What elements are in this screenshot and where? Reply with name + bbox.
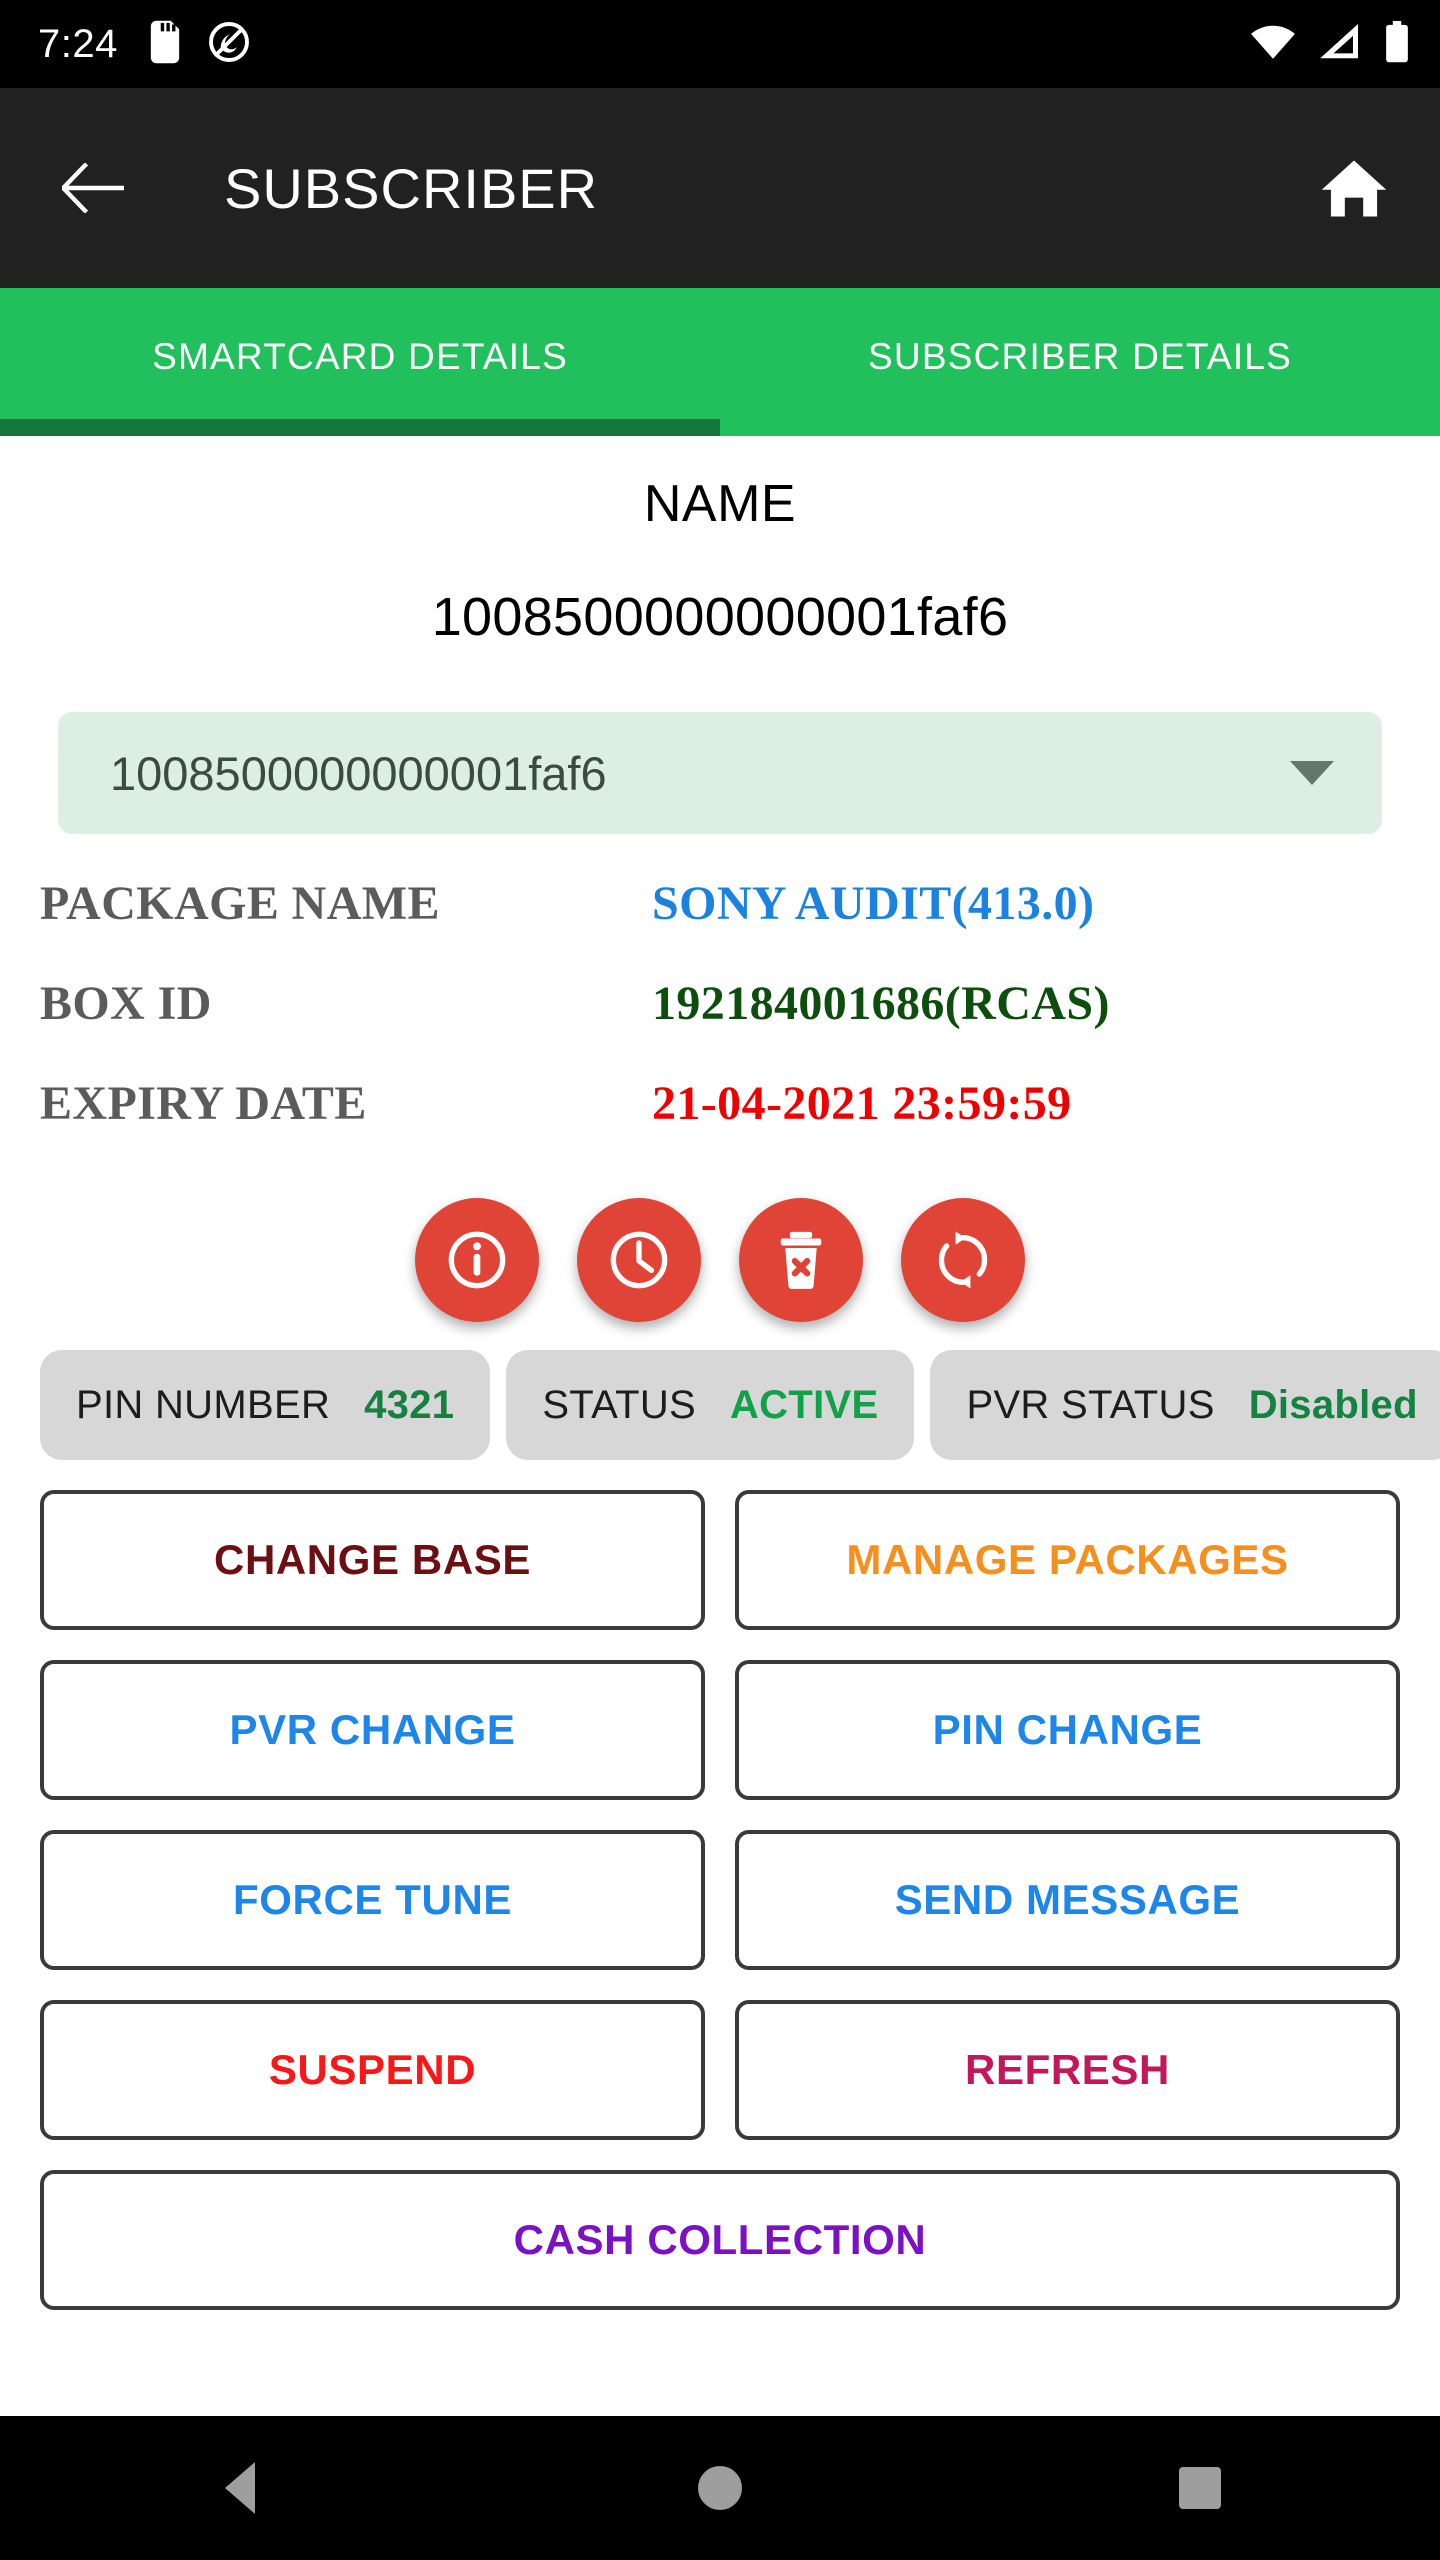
sd-card-icon [148,20,182,69]
action-button-grid: CHANGE BASE MANAGE PACKAGES PVR CHANGE PIN … [40,1490,1400,2310]
name-value: 1008500000000001faf6 [431,587,1009,647]
status-chip-key: PVR STATUS [966,1382,1215,1427]
tab-active-indicator [0,419,720,436]
phone-screen: 7:24 SUBSCRIBER SMARTCARD DETAILS SUBSCR… [0,0,1440,2560]
action-button-change-base[interactable]: CHANGE BASE [40,1490,705,1630]
tab-subscriber-details[interactable]: SUBSCRIBER DETAILS [720,288,1440,436]
back-button[interactable] [58,153,128,223]
detail-row: BOX ID 192184001686(RCAS) [0,976,1440,1076]
detail-value: 21-04-2021 23:59:59 [652,1077,1072,1130]
wifi-icon [1250,24,1296,65]
android-nav-bar [0,2416,1440,2560]
action-button-pvr-change[interactable]: PVR CHANGE [40,1660,705,1800]
status-left-icons [148,20,250,69]
status-right-icons [1250,20,1410,68]
status-clock: 7:24 [38,21,118,66]
detail-row: PACKAGE NAME SONY AUDIT(413.0) [0,876,1440,976]
cellular-signal-icon [1318,23,1362,65]
home-icon[interactable] [1314,148,1394,228]
page-title: SUBSCRIBER [224,156,599,220]
battery-icon [1384,20,1410,68]
history-clock-fab[interactable] [577,1198,701,1322]
action-button-manage-packages[interactable]: MANAGE PACKAGES [735,1490,1400,1630]
fab-row [0,1198,1440,1322]
status-chip-value: ACTIVE [729,1382,879,1427]
nav-home-circle-icon[interactable] [620,2416,820,2560]
detail-value: 192184001686(RCAS) [652,977,1110,1030]
detail-value: SONY AUDIT(413.0) [652,877,1095,930]
detail-key: PACKAGE NAME [40,877,440,930]
tab-smartcard-details[interactable]: SMARTCARD DETAILS [0,288,720,436]
status-chip[interactable]: STATUS ACTIVE [506,1350,915,1460]
info-fab[interactable] [415,1198,539,1322]
action-button-cash-collection[interactable]: CASH COLLECTION [40,2170,1400,2310]
nav-recents-square-icon[interactable] [1100,2416,1300,2560]
detail-key: BOX ID [40,977,212,1030]
detail-row: EXPIRY DATE 21-04-2021 23:59:59 [0,1076,1440,1176]
status-chip-value: Disabled [1248,1382,1418,1427]
status-chip-value: 4321 [364,1382,455,1427]
nav-back-triangle-icon[interactable] [140,2416,340,2560]
tab-bar: SMARTCARD DETAILS SUBSCRIBER DETAILS [0,288,1440,436]
status-chip[interactable]: PIN NUMBER 4321 [40,1350,491,1460]
delete-trash-fab[interactable] [739,1198,863,1322]
action-button-send-message[interactable]: SEND MESSAGE [735,1830,1400,1970]
action-button-force-tune[interactable]: FORCE TUNE [40,1830,705,1970]
detail-key: EXPIRY DATE [40,1077,367,1130]
status-chip[interactable]: PVR STATUS Disabled [930,1350,1440,1460]
status-chip-key: STATUS [542,1382,696,1427]
status-chips-row: PIN NUMBER 4321 STATUS ACTIVE PVR STATUS Disa… [0,1350,1440,1460]
main-content: NAME 1008500000000001faf6 10085000000000… [0,436,1440,2416]
do-not-disturb-icon [208,21,250,68]
action-button-suspend[interactable]: SUSPEND [40,2000,705,2140]
status-bar: 7:24 [0,0,1440,88]
refresh-sync-fab[interactable] [901,1198,1025,1322]
name-label: NAME [643,475,797,533]
smartcard-select[interactable]: 1008500000000001faf6 [58,712,1382,834]
detail-list: PACKAGE NAME SONY AUDIT(413.0) BOX ID 19218… [0,876,1440,1176]
chevron-down-icon [1290,761,1334,785]
action-button-pin-change[interactable]: PIN CHANGE [735,1660,1400,1800]
app-bar: SUBSCRIBER [0,88,1440,288]
action-button-refresh[interactable]: REFRESH [735,2000,1400,2140]
status-chip-key: PIN NUMBER [76,1382,331,1427]
smartcard-select-value: 1008500000000001faf6 [110,746,607,800]
